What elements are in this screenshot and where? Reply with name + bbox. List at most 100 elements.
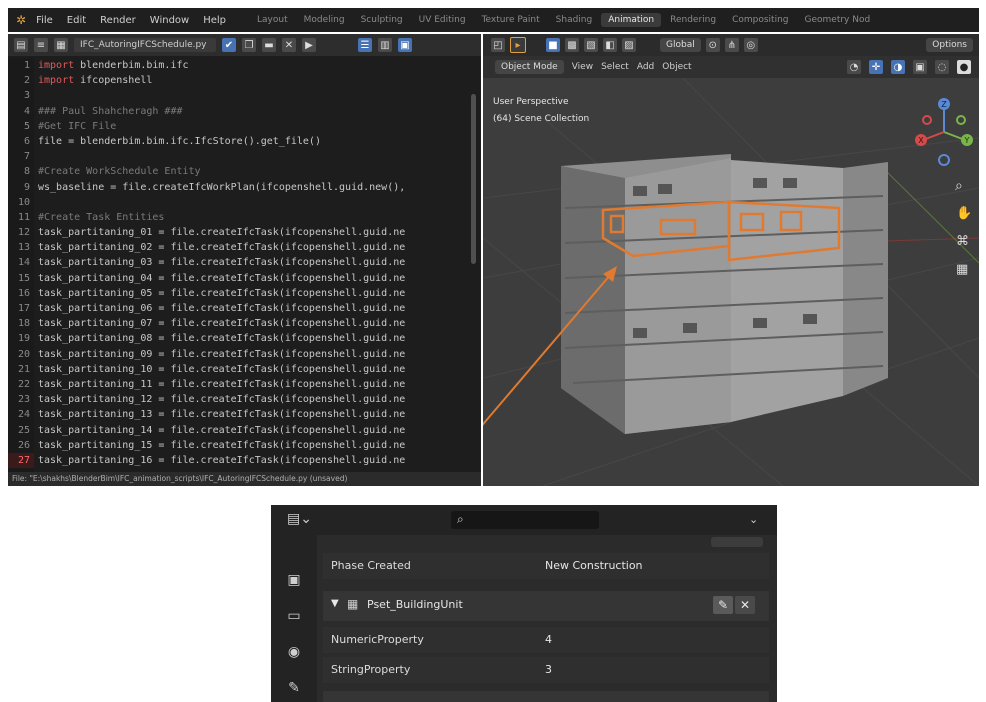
open-folder-icon[interactable]: ▬ <box>262 38 276 52</box>
menu-view[interactable]: View <box>572 62 593 72</box>
proportional-edit-icon[interactable]: ◎ <box>743 38 758 52</box>
workspace-tab-shading[interactable]: Shading <box>549 13 600 27</box>
close-icon[interactable]: ✕ <box>282 38 296 52</box>
tab-scene-icon[interactable]: ▣ <box>285 571 303 589</box>
editor-scrollbar[interactable] <box>471 94 476 264</box>
workspace-tab-texture-paint[interactable]: Texture Paint <box>475 13 547 27</box>
code-line: task_partitaning_13 = file.createIfcTask… <box>38 407 478 422</box>
overlay-toggle-icon[interactable]: ◑ <box>891 60 905 74</box>
workspace-tab-rendering[interactable]: Rendering <box>663 13 723 27</box>
word-wrap-toggle-icon[interactable]: ▥ <box>378 38 392 52</box>
select-intersect-icon[interactable]: ▨ <box>622 38 636 52</box>
expand-triangle-icon[interactable]: ▼ <box>331 598 339 609</box>
search-input[interactable]: ⌕ <box>451 511 599 529</box>
object-mode-dropdown[interactable]: Object Mode <box>495 60 564 74</box>
workspace-tab-compositing[interactable]: Compositing <box>725 13 795 27</box>
property-label: Phase Created <box>331 559 411 572</box>
workspace-tab-modeling[interactable]: Modeling <box>297 13 352 27</box>
navigation-gizmo[interactable]: Z Y X <box>911 92 977 172</box>
tab-tools-icon[interactable]: ✎ <box>285 679 303 697</box>
code-line: import ifcopenshell <box>38 73 478 88</box>
duplicate-icon[interactable]: ❐ <box>242 38 256 52</box>
next-section-header[interactable] <box>323 691 769 702</box>
line-number: 10 <box>17 196 30 208</box>
syntax-highlight-toggle-icon[interactable]: ▣ <box>398 38 412 52</box>
select-extend-icon[interactable]: ▩ <box>565 38 579 52</box>
remove-pset-icon[interactable]: ✕ <box>735 596 755 614</box>
code-line: task_partitaning_15 = file.createIfcTask… <box>38 438 478 453</box>
pset-header[interactable]: ▼ ▦ Pset_BuildingUnit ✎ ✕ <box>323 591 769 621</box>
pset-table-icon: ▦ <box>347 597 359 611</box>
editor-type-icon[interactable]: ◰ <box>491 38 505 52</box>
workspace-tab-animation[interactable]: Animation <box>601 13 662 27</box>
menu-object[interactable]: Object <box>662 62 691 72</box>
text-datablock-icon[interactable]: ▦ <box>54 38 68 52</box>
pan-hand-icon[interactable]: ✋ <box>956 206 972 221</box>
fake-user-shield-icon[interactable]: ✔ <box>222 38 236 52</box>
axis-neg-x-icon[interactable] <box>922 115 932 125</box>
chevron-down-icon[interactable]: ⌄ <box>749 513 758 526</box>
3d-viewport[interactable]: ◰ ▸ ■ ▩ ▧ ◧ ▨ Global ⊙ ⋔ ◎ Options Objec… <box>483 34 979 486</box>
menu-render[interactable]: Render <box>100 15 136 26</box>
line-numbers-toggle-icon[interactable]: ☰ <box>358 38 372 52</box>
wireframe-shading-icon[interactable]: ◌ <box>935 60 949 74</box>
workspace-tab-geometry-nodes[interactable]: Geometry Nod <box>798 13 878 27</box>
code-text: ifcopenshell <box>74 75 153 87</box>
axis-neg-z-icon[interactable] <box>938 154 950 166</box>
property-value[interactable]: 3 <box>545 663 552 676</box>
editor-type-icon[interactable]: ▤ <box>14 38 28 52</box>
menu-edit[interactable]: Edit <box>67 15 86 26</box>
run-script-play-icon[interactable]: ▶ <box>302 38 316 52</box>
options-dropdown[interactable]: Options <box>926 38 973 52</box>
edit-pencil-icon[interactable]: ✎ <box>713 596 733 614</box>
code-area[interactable]: import blenderbim.bim.ifc import ifcopens… <box>38 58 478 473</box>
code-line: import blenderbim.bim.ifc <box>38 58 478 73</box>
viewport-perspective-label: User Perspective <box>493 97 569 107</box>
gizmo-toggle-icon[interactable]: ✛ <box>869 60 883 74</box>
solid-shading-icon[interactable]: ● <box>957 60 971 74</box>
axis-neg-y-icon[interactable] <box>956 115 966 125</box>
menu-add[interactable]: Add <box>637 62 654 72</box>
property-row-string: StringProperty 3 <box>323 657 769 683</box>
menu-help[interactable]: Help <box>203 15 226 26</box>
scene-render <box>483 78 979 486</box>
workspace-tab-uv-editing[interactable]: UV Editing <box>412 13 473 27</box>
code-text: task_partitaning_06 = file.createIfcTask… <box>38 303 406 314</box>
select-new-icon[interactable]: ■ <box>546 38 560 52</box>
blender-logo-icon[interactable]: ✲ <box>16 13 26 27</box>
select-invert-icon[interactable]: ◧ <box>603 38 617 52</box>
snap-icon[interactable]: ⋔ <box>724 38 739 52</box>
workspace-tab-sculpting[interactable]: Sculpting <box>354 13 410 27</box>
line-number: 7 <box>23 151 30 163</box>
select-subtract-icon[interactable]: ▧ <box>584 38 598 52</box>
transform-orientation-dropdown[interactable]: Global <box>660 38 701 52</box>
property-value[interactable]: New Construction <box>545 559 643 572</box>
menu-window[interactable]: Window <box>150 15 189 26</box>
text-editor-header: ▤ ≡ ▦ IFC_AutoringIFCSchedule.py ✔ ❐ ▬ ✕… <box>8 34 481 56</box>
select-cursor-icon[interactable]: ▸ <box>510 37 526 53</box>
workspace-tab-layout[interactable]: Layout <box>250 13 295 27</box>
property-value[interactable]: 4 <box>545 633 552 646</box>
editor-type-icon[interactable]: ▤⌄ <box>287 511 312 527</box>
tab-render-icon[interactable]: ▭ <box>285 607 303 625</box>
line-number: 15 <box>17 272 30 284</box>
code-text: blenderbim.bim.ifc <box>74 60 189 71</box>
line-number: 2 <box>23 75 30 87</box>
code-text: task_partitaning_07 = file.createIfcTask… <box>38 318 406 330</box>
script-filename[interactable]: IFC_AutoringIFCSchedule.py <box>74 38 216 52</box>
code-text: file = blenderbim.bim.ifc.IfcStore().get… <box>38 135 321 147</box>
camera-view-icon[interactable]: ⌘ <box>956 234 969 249</box>
pivot-point-icon[interactable]: ⊙ <box>705 38 720 52</box>
visibility-icon[interactable]: ◔ <box>847 60 861 74</box>
toggle-perspective-grid-icon[interactable]: ▦ <box>956 262 968 277</box>
code-line: #Create Task Entities <box>38 210 478 225</box>
tab-world-icon[interactable]: ◉ <box>285 643 303 661</box>
menu-file[interactable]: File <box>36 15 53 26</box>
hamburger-menu-icon[interactable]: ≡ <box>34 38 48 52</box>
line-number: 16 <box>17 287 30 299</box>
line-number: 13 <box>17 242 30 254</box>
menu-select[interactable]: Select <box>601 62 629 72</box>
property-row-phase-created: Phase Created New Construction <box>323 553 769 579</box>
zoom-icon[interactable]: ⌕ <box>955 178 963 194</box>
xray-toggle-icon[interactable]: ▣ <box>913 60 927 74</box>
